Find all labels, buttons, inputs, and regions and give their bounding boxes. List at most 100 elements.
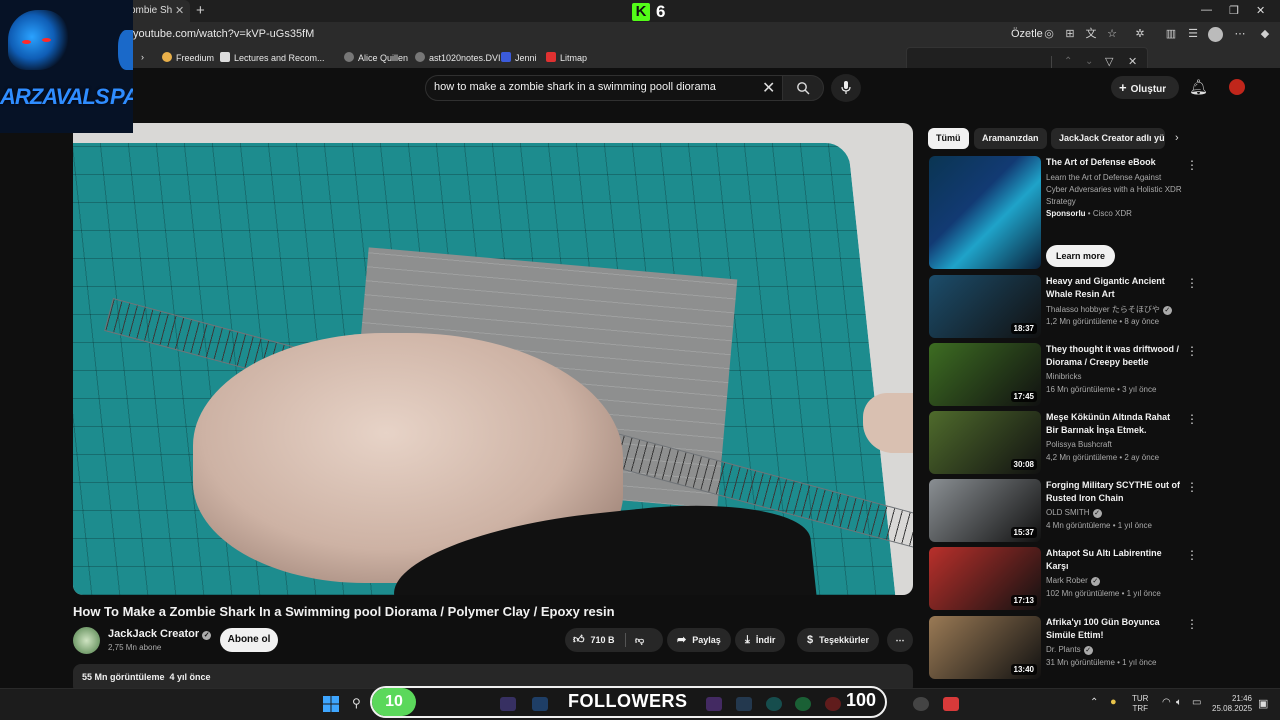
learn-more-button[interactable]: Learn more: [1046, 245, 1115, 267]
tab-close-icon[interactable]: ✕: [175, 4, 184, 17]
voice-search-button[interactable]: [831, 74, 861, 102]
streamer-logo-overlay: ARZAVALS PA: [0, 0, 133, 133]
wifi-icon[interactable]: ◠: [1162, 697, 1171, 708]
rec-meta-4: 4 Mn görüntüleme • 1 yıl önce: [1046, 521, 1152, 530]
rec-thumbnail-2[interactable]: 17:45: [929, 343, 1041, 406]
bookmark-litmap[interactable]: Litmap: [546, 52, 587, 63]
rec-title-5[interactable]: Ahtapot Su Altı Labirentine Karşı: [1046, 547, 1180, 573]
like-button[interactable]: 👍︎ 710 B 👎︎: [565, 628, 663, 652]
rec-meta-5: 102 Mn görüntüleme • 1 yıl önce: [1046, 589, 1161, 598]
user-avatar[interactable]: [1229, 79, 1245, 95]
minimize-icon[interactable]: —: [1201, 4, 1212, 16]
channel-avatar[interactable]: [73, 627, 100, 654]
browser-menu-icon[interactable]: ⋯: [1233, 27, 1247, 41]
url-field[interactable]: youtube.com/watch?v=kVP-uGs35fM: [133, 28, 314, 40]
rec-more-icon-2[interactable]: ⋮: [1186, 344, 1198, 358]
rec-channel-3[interactable]: Polissya Bushcraft: [1046, 440, 1112, 449]
system-clock[interactable]: 21:46 25.08.2025: [1212, 694, 1252, 714]
rec-more-icon-3[interactable]: ⋮: [1186, 412, 1198, 426]
windows-start-icon[interactable]: [323, 696, 339, 712]
rec-channel-4[interactable]: OLD SMITH ✓: [1046, 508, 1102, 518]
verified-icon: ✓: [1090, 577, 1100, 586]
channel-name[interactable]: JackJack Creator ✓: [108, 628, 212, 640]
volume-icon[interactable]: 🔈︎: [1176, 697, 1182, 708]
rec-more-icon-6[interactable]: ⋮: [1186, 617, 1198, 631]
bookmark-freedium[interactable]: Freedium: [162, 52, 214, 63]
bookmark-jenni[interactable]: Jenni: [501, 52, 537, 63]
rec-channel-6[interactable]: Dr. Plants ✓: [1046, 645, 1093, 655]
subscribe-button[interactable]: Abone ol: [220, 628, 278, 652]
rec-thumbnail-4[interactable]: 15:37: [929, 479, 1041, 542]
rec-thumbnail-5[interactable]: 17:13: [929, 547, 1041, 610]
rec-title-3[interactable]: Meşe Kökünün Altında Rahat Bir Barınak İ…: [1046, 411, 1180, 438]
rec-more-icon-1[interactable]: ⋮: [1186, 276, 1198, 290]
recorder-icon[interactable]: [943, 697, 959, 711]
microphone-tray-icon[interactable]: ●: [1110, 696, 1117, 708]
rec-channel-5[interactable]: Mark Rober ✓: [1046, 576, 1100, 586]
ad-thumbnail[interactable]: [929, 156, 1041, 269]
notifications-tray-icon[interactable]: ▣: [1258, 697, 1268, 710]
wolf-eye-left: [22, 40, 31, 44]
rec-thumbnail-6[interactable]: 13:40: [929, 616, 1041, 679]
rec-channel-1[interactable]: Thalasso hobbyer たらそほびや ✓: [1046, 304, 1172, 315]
video-stats: 55 Mn görüntüleme 4 yıl önce: [82, 672, 211, 682]
extensions-icon[interactable]: ✲: [1133, 27, 1147, 41]
copilot-icon[interactable]: ◆: [1258, 27, 1272, 41]
ad-more-icon[interactable]: ⋮: [1186, 158, 1198, 172]
kick-logo-icon: K: [632, 3, 650, 21]
browser-profile-avatar[interactable]: [1208, 27, 1223, 42]
more-actions-icon[interactable]: ⋯: [887, 628, 913, 652]
rec-more-icon-5[interactable]: ⋮: [1186, 548, 1198, 562]
thanks-icon: $: [807, 634, 814, 646]
bookmark-site-icon: [220, 52, 230, 62]
input-language[interactable]: TUR TRF: [1132, 694, 1148, 714]
read-aloud-icon[interactable]: ◎: [1042, 27, 1056, 41]
rec-title-2[interactable]: They thought it was driftwood / Diorama …: [1046, 343, 1180, 369]
tray-overflow-icon[interactable]: ⌃: [1090, 697, 1098, 708]
download-button[interactable]: ⤓ İndir: [735, 628, 786, 652]
ad-title[interactable]: The Art of Defense eBook: [1046, 157, 1156, 167]
thumbs-down-icon[interactable]: 👎︎: [635, 628, 644, 652]
obs-icon[interactable]: [913, 697, 929, 711]
notifications-bell-icon[interactable]: 🔔︎: [1189, 78, 1208, 96]
rec-title-4[interactable]: Forging Military SCYTHE out of Rusted Ir…: [1046, 479, 1180, 505]
create-button[interactable]: + Oluştur: [1111, 76, 1179, 99]
window-close-icon[interactable]: ✕: [1256, 4, 1265, 17]
translate-icon[interactable]: 文: [1084, 27, 1098, 41]
new-tab-icon[interactable]: +: [196, 2, 205, 19]
maximize-icon[interactable]: ❐: [1229, 4, 1239, 17]
apps-icon[interactable]: ⊞: [1063, 27, 1077, 41]
bookmark-alice-quillen[interactable]: Alice Quillen: [344, 52, 408, 63]
find-filter-icon[interactable]: ▽: [1105, 55, 1113, 68]
clear-search-icon[interactable]: ✕: [762, 78, 775, 98]
rec-channel-2[interactable]: Minibricks: [1046, 372, 1082, 381]
share-button[interactable]: ➦ Paylaş: [667, 628, 731, 652]
rec-title-6[interactable]: Afrika'yı 100 Gün Boyunca Simüle Ettim!: [1046, 616, 1180, 642]
chip-from-search[interactable]: Aramanızdan: [974, 128, 1047, 149]
summarize-button[interactable]: Özetle: [1011, 28, 1043, 40]
thumbs-up-icon: 👍︎: [573, 634, 585, 646]
chip-channel[interactable]: JackJack Creator adlı yü: [1051, 128, 1165, 149]
rec-title-1[interactable]: Heavy and Gigantic Ancient Whale Resin A…: [1046, 275, 1180, 301]
rec-thumbnail-1[interactable]: 18:37: [929, 275, 1041, 338]
chevron-right-icon[interactable]: ›: [1175, 132, 1179, 144]
download-icon: ⤓: [745, 634, 750, 646]
bookmarks-overflow-icon[interactable]: ›: [141, 52, 144, 62]
bookmark-ast1020notes[interactable]: ast1020notes.DVI: [415, 52, 501, 63]
find-prev-icon[interactable]: ⌃: [1064, 56, 1072, 67]
split-screen-icon[interactable]: ▥: [1164, 27, 1178, 41]
search-button[interactable]: [782, 75, 824, 101]
find-close-icon[interactable]: ✕: [1128, 55, 1137, 68]
rec-thumbnail-3[interactable]: 30:08: [929, 411, 1041, 474]
battery-icon[interactable]: ▭: [1192, 697, 1201, 708]
favorite-star-icon[interactable]: ☆: [1105, 27, 1119, 41]
taskbar-search-icon[interactable]: ⚲: [352, 696, 361, 710]
find-next-icon[interactable]: ⌄: [1085, 56, 1093, 67]
video-title: How To Make a Zombie Shark In a Swimming…: [73, 604, 615, 619]
bookmark-lectures[interactable]: Lectures and Recom...: [220, 52, 325, 63]
chip-all[interactable]: Tümü: [928, 128, 969, 149]
collections-icon[interactable]: ☰: [1186, 27, 1200, 41]
rec-more-icon-4[interactable]: ⋮: [1186, 480, 1198, 494]
video-player[interactable]: [73, 123, 913, 595]
thanks-button[interactable]: $ Teşekkürler: [797, 628, 879, 652]
